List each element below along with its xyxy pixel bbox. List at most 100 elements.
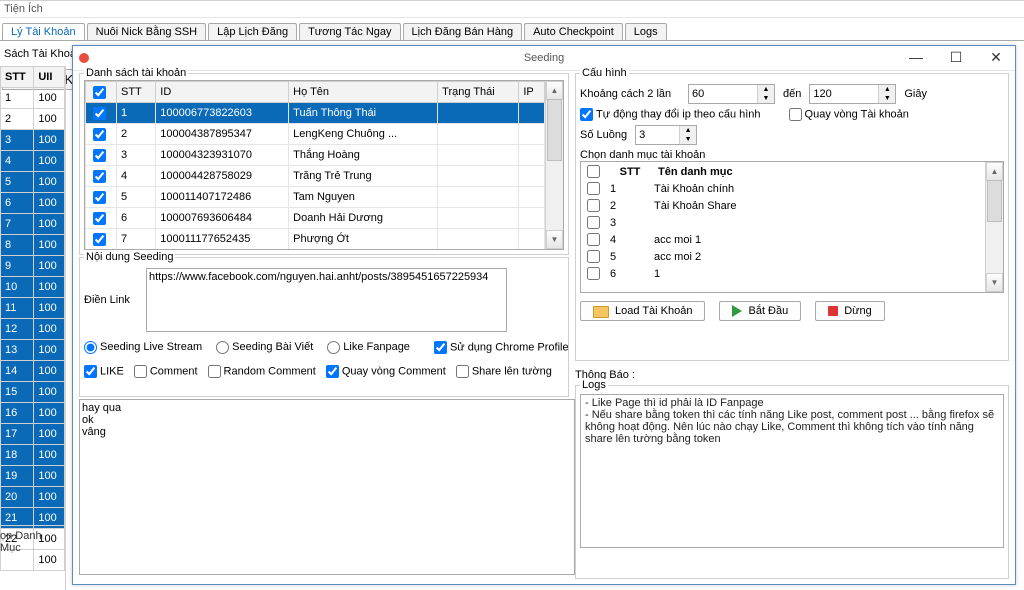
table-row[interactable]: 3 — [583, 215, 738, 230]
bg-row[interactable]: 8100 — [1, 235, 65, 256]
scroll-thumb[interactable] — [547, 99, 562, 161]
bg-row[interactable]: 15100 — [1, 382, 65, 403]
auto-ip-checkbox[interactable]: Tự động thay đổi ip theo cấu hình — [580, 108, 761, 121]
select-all-checkbox[interactable] — [93, 86, 106, 99]
bg-row[interactable]: 9100 — [1, 256, 65, 277]
tab-lịch-đăng-bán-hàng[interactable]: Lịch Đăng Bán Hàng — [403, 23, 523, 40]
row-checkbox[interactable] — [93, 191, 106, 204]
table-row[interactable]: 3100004323931070Thắng Hoàng — [86, 145, 545, 166]
scroll-down-icon[interactable]: ▼ — [546, 230, 563, 249]
table-row[interactable]: 5100011407172486Tam Nguyen — [86, 187, 545, 208]
row-checkbox[interactable] — [93, 128, 106, 141]
bg-row[interactable]: 11100 — [1, 298, 65, 319]
gap-from-input[interactable]: ▲▼ — [688, 84, 775, 104]
tab-lý-tài-khoản[interactable]: Lý Tài Khoản — [2, 23, 85, 40]
bg-row[interactable]: 20100 — [1, 487, 65, 508]
col-header[interactable] — [86, 82, 117, 103]
table-row[interactable]: 4acc moi 1 — [583, 232, 738, 247]
row-checkbox[interactable] — [93, 149, 106, 162]
option-checkbox[interactable]: LIKE — [84, 365, 124, 378]
scroll-down-icon[interactable]: ▼ — [986, 273, 1003, 292]
bg-row[interactable]: 14100 — [1, 361, 65, 382]
row-checkbox[interactable] — [93, 233, 106, 246]
bg-row[interactable]: 7100 — [1, 214, 65, 235]
table-row[interactable]: 1100006773822603Tuấn Thông Thái — [86, 103, 545, 124]
col-header[interactable] — [583, 164, 607, 179]
option-checkbox[interactable]: Random Comment — [208, 365, 316, 378]
tab-nuôi-nick-bằng-ssh[interactable]: Nuôi Nick Bằng SSH — [87, 23, 207, 40]
threads-input[interactable]: ▲▼ — [635, 125, 697, 145]
cycle-accounts-checkbox[interactable]: Quay vòng Tài khoản — [789, 108, 909, 121]
col-header[interactable]: STT — [609, 164, 651, 179]
scrollbar[interactable]: ▲ ▼ — [545, 81, 563, 249]
bg-row[interactable]: 12100 — [1, 319, 65, 340]
option-checkbox[interactable]: Share lên tường — [456, 365, 552, 378]
row-checkbox[interactable] — [587, 250, 600, 263]
row-checkbox[interactable] — [93, 212, 106, 225]
seeding-mode-radio[interactable]: Seeding Bài Viết — [216, 341, 313, 353]
col-header[interactable]: Tên danh mục — [653, 164, 738, 179]
seeding-mode-radio[interactable]: Like Fanpage — [327, 341, 410, 353]
load-accounts-button[interactable]: Load Tài Khoản — [580, 301, 705, 321]
row-checkbox[interactable] — [587, 233, 600, 246]
scroll-up-icon[interactable]: ▲ — [546, 81, 563, 100]
tab-tương-tác-ngay[interactable]: Tương Tác Ngay — [299, 23, 400, 40]
seeding-mode-radio[interactable]: Seeding Live Stream — [84, 341, 202, 353]
maximize-icon[interactable]: ☐ — [941, 48, 971, 66]
col-header[interactable]: IP — [519, 82, 545, 103]
bg-row[interactable]: 10100 — [1, 277, 65, 298]
bg-row[interactable]: 19100 — [1, 466, 65, 487]
bg-col-uii[interactable]: UII — [34, 67, 65, 88]
table-row[interactable]: 2100004387895347LengKeng Chuông ... — [86, 124, 545, 145]
link-input[interactable] — [146, 268, 507, 332]
tab-auto-checkpoint[interactable]: Auto Checkpoint — [524, 23, 623, 40]
bg-row[interactable]: 5100 — [1, 172, 65, 193]
spinner-down-icon[interactable]: ▼ — [680, 135, 696, 144]
bg-row[interactable]: 3100 — [1, 130, 65, 151]
bg-row[interactable]: 6100 — [1, 193, 65, 214]
col-header[interactable]: Trạng Thái — [438, 82, 519, 103]
bg-row[interactable]: 4100 — [1, 151, 65, 172]
spinner-down-icon[interactable]: ▼ — [879, 94, 895, 103]
select-all-checkbox[interactable] — [587, 165, 600, 178]
minimize-icon[interactable]: — — [901, 48, 931, 66]
close-icon[interactable]: ✕ — [981, 48, 1011, 66]
col-header[interactable]: ID — [156, 82, 289, 103]
bg-row[interactable]: 18100 — [1, 445, 65, 466]
categories-grid[interactable]: STTTên danh mục 1Tài Khoản chính 2Tài Kho… — [580, 161, 1004, 293]
col-header[interactable]: Họ Tên — [289, 82, 438, 103]
titlebar[interactable]: Seeding — ☐ ✕ — [73, 46, 1015, 71]
spinner-up-icon[interactable]: ▲ — [680, 126, 696, 135]
table-row[interactable]: 5acc moi 2 — [583, 249, 738, 264]
spinner-up-icon[interactable]: ▲ — [879, 85, 895, 94]
row-checkbox[interactable] — [587, 182, 600, 195]
menu-item[interactable]: Tiện Ích — [4, 3, 43, 15]
row-checkbox[interactable] — [93, 170, 106, 183]
table-row[interactable]: 6100007693606484Doanh Hải Dương — [86, 208, 545, 229]
col-header[interactable]: STT — [117, 82, 156, 103]
option-checkbox[interactable]: Comment — [134, 365, 198, 378]
chrome-profile-checkbox[interactable]: Sử dụng Chrome Profile — [434, 341, 569, 354]
row-checkbox[interactable] — [587, 267, 600, 280]
table-row[interactable]: 7100011177652435Phượng Ớt — [86, 229, 545, 250]
row-checkbox[interactable] — [587, 199, 600, 212]
start-button[interactable]: Bắt Đầu — [719, 301, 801, 321]
bg-row[interactable]: 1100 — [1, 88, 65, 109]
bg-col-stt[interactable]: STT — [1, 67, 34, 88]
gap-to-input[interactable]: ▲▼ — [809, 84, 896, 104]
bg-row[interactable]: 13100 — [1, 340, 65, 361]
scroll-up-icon[interactable]: ▲ — [986, 162, 1003, 181]
scroll-thumb[interactable] — [987, 180, 1002, 222]
table-row[interactable]: 2Tài Khoản Share — [583, 198, 738, 213]
table-row[interactable]: 4100004428758029Trăng Trẻ Trung — [86, 166, 545, 187]
row-checkbox[interactable] — [93, 107, 106, 120]
table-row[interactable]: 1Tài Khoản chính — [583, 181, 738, 196]
bg-row[interactable]: 17100 — [1, 424, 65, 445]
bg-row[interactable]: 16100 — [1, 403, 65, 424]
accounts-grid[interactable]: STTIDHọ TênTrạng TháiIP 1100006773822603… — [84, 80, 564, 250]
spinner-up-icon[interactable]: ▲ — [758, 85, 774, 94]
stop-button[interactable]: Dừng — [815, 301, 885, 321]
tab-logs[interactable]: Logs — [625, 23, 667, 40]
scrollbar[interactable]: ▲ ▼ — [985, 162, 1003, 292]
row-checkbox[interactable] — [587, 216, 600, 229]
